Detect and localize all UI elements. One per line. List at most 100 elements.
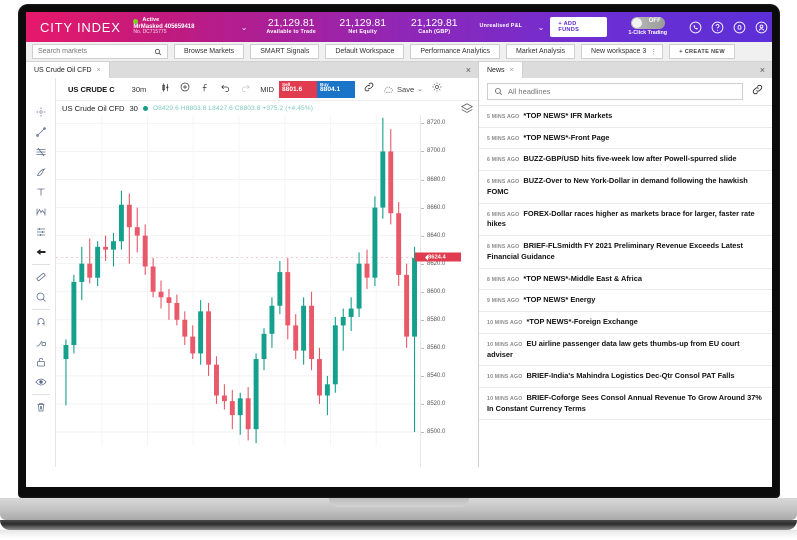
workspace-menu-icon[interactable]: ⋮ <box>650 48 657 56</box>
news-item[interactable]: 8 MINS AGO BRIEF-FLSmidth FY 2021 Prelimi… <box>479 236 772 269</box>
toggle-state-label: OFF <box>648 18 661 25</box>
news-item[interactable]: 5 MINS AGO *TOP NEWS*-Front Page <box>479 128 772 150</box>
candle-type-icon[interactable] <box>155 80 175 98</box>
legend-ohlc-values: O8429.6 H8803.8 L8427.6 C8803.8 +375.2 (… <box>152 104 314 112</box>
search-input[interactable] <box>38 48 154 55</box>
search-markets-field[interactable] <box>32 44 168 59</box>
nav-tab-smart-signals[interactable]: SMART Signals <box>250 44 320 59</box>
nav-tab-browse-markets[interactable]: Browse Markets <box>174 44 245 59</box>
pl-chevron-down-icon[interactable]: ⌄ <box>538 23 545 32</box>
news-item[interactable]: 10 MINS AGO BRIEF-India's Mahindra Logist… <box>479 366 772 389</box>
chart-panel-close-icon[interactable]: × <box>466 65 471 75</box>
news-search-row <box>479 78 772 106</box>
function-icon[interactable] <box>195 80 215 98</box>
price-axis[interactable]: 8720.0 8700.0 8680.0 8660.0 8640.0 8620.0 8600… <box>415 115 478 467</box>
price-tick: 8580.0 <box>420 316 446 323</box>
news-item[interactable]: 6 MINS AGO BUZZ-GBP/USD hits five-week lo… <box>479 149 772 172</box>
news-item[interactable]: 10 MINS AGO *TOP NEWS*-Foreign Exchange <box>479 312 772 334</box>
fib-icon[interactable] <box>26 142 56 162</box>
add-indicator-icon[interactable] <box>175 80 195 98</box>
news-item[interactable]: 9 MINS AGO *TOP NEWS* Energy <box>479 290 772 313</box>
sell-button[interactable]: Sell 8801.6 <box>279 80 318 98</box>
forecast-icon[interactable] <box>26 222 56 242</box>
symbol-button[interactable]: US CRUDE C <box>60 85 123 94</box>
news-panel-close-icon[interactable]: × <box>760 65 765 75</box>
news-timestamp: 5 MINS AGO <box>487 135 520 142</box>
layers-icon[interactable] <box>460 102 474 121</box>
news-search-input[interactable] <box>508 87 736 96</box>
candle-body <box>71 281 77 346</box>
news-headline: BUZZ-Over to New York-Dollar in demand f… <box>487 176 748 196</box>
price-tick: 8640.0 <box>420 232 446 239</box>
news-item[interactable]: 6 MINS AGO FOREX-Dollar races higher as m… <box>479 204 772 237</box>
nav-tab-default-workspace[interactable]: Default Workspace <box>325 44 405 59</box>
crosshair-icon[interactable] <box>26 102 56 122</box>
account-chevron-down-icon[interactable]: ⌄ <box>241 23 248 32</box>
workspace-navbar: Browse Markets SMART Signals Default Wor… <box>26 42 772 62</box>
account-status-label: Active <box>142 17 160 24</box>
magnet-icon[interactable] <box>26 312 56 332</box>
panel-tab-news[interactable]: News × <box>479 62 523 78</box>
settings-gear-icon[interactable] <box>427 80 447 98</box>
trend-line-icon[interactable] <box>26 122 56 142</box>
notifications-icon[interactable] <box>728 21 750 34</box>
news-tab-close-icon[interactable]: × <box>510 67 514 74</box>
status-dot-icon <box>133 19 139 25</box>
create-new-workspace-button[interactable]: + CREATE NEW <box>669 44 735 59</box>
nav-tab-performance-analytics[interactable]: Performance Analytics <box>410 44 501 59</box>
toolbar-divider <box>31 309 50 310</box>
one-click-trading-control[interactable]: OFF 1-Click Trading <box>617 17 679 36</box>
pattern-icon[interactable] <box>26 202 56 222</box>
news-item[interactable]: 10 MINS AGO EU airline passenger data law… <box>479 334 772 367</box>
measure-icon[interactable] <box>26 267 56 287</box>
candle-body <box>293 325 299 351</box>
one-click-toggle[interactable]: OFF <box>630 17 665 30</box>
save-button[interactable]: Save ⌄ <box>379 84 427 95</box>
candle-body <box>348 308 354 317</box>
candlestick-plot[interactable] <box>56 115 420 467</box>
search-icon <box>495 88 503 96</box>
toolbar-divider <box>31 264 50 265</box>
add-funds-button[interactable]: + ADD FUNDS <box>550 17 607 37</box>
save-chevron-down-icon[interactable]: ⌄ <box>417 85 423 93</box>
news-item[interactable]: 5 MINS AGO *TOP NEWS* IFR Markets <box>479 106 772 128</box>
candle-body <box>261 333 267 360</box>
link-icon[interactable] <box>359 80 379 98</box>
arrow-icon[interactable] <box>26 242 56 262</box>
text-icon[interactable] <box>26 182 56 202</box>
lock-icon[interactable] <box>26 352 56 372</box>
news-link-icon[interactable] <box>751 83 764 101</box>
news-timestamp: 8 MINS AGO <box>487 276 520 283</box>
timeframe-button[interactable]: 30m <box>123 85 156 94</box>
undo-icon[interactable] <box>215 80 235 98</box>
help-icon[interactable] <box>706 21 728 34</box>
news-item[interactable]: 8 MINS AGO *TOP NEWS*-Middle East & Afric… <box>479 269 772 291</box>
news-item[interactable]: 10 MINS AGO BRIEF-Coforge Sees Consol Ann… <box>479 388 772 421</box>
candle-body <box>380 151 386 208</box>
brush-icon[interactable] <box>26 162 56 182</box>
price-tick: 8600.0 <box>420 288 446 295</box>
panel-tab-close-icon[interactable]: × <box>97 67 101 74</box>
buy-price: 8804.1 <box>320 86 341 94</box>
buy-button[interactable]: Buy 8804.1 <box>317 80 356 98</box>
news-item[interactable]: 6 MINS AGO BUZZ-Over to New York-Dollar i… <box>479 171 772 204</box>
news-headline: FOREX-Dollar races higher as markets bra… <box>487 208 755 229</box>
figure-available-to-trade: 21,129.81 Available to Trade <box>255 18 327 35</box>
phone-icon[interactable] <box>685 21 707 34</box>
draw-lock-icon[interactable] <box>26 332 56 352</box>
panel-tab-us-crude-oil-cfd[interactable]: US Crude Oil CFD × <box>26 62 110 78</box>
price-tick: 8540.0 <box>420 372 446 379</box>
news-search-field[interactable] <box>487 83 743 100</box>
zoom-icon[interactable] <box>26 287 56 307</box>
candle-body <box>134 227 140 236</box>
nav-tab-new-workspace-3[interactable]: New workspace 3 ⋮ <box>581 44 664 59</box>
eye-icon[interactable] <box>26 372 56 392</box>
nav-tab-market-analysis[interactable]: Market Analysis <box>506 44 576 59</box>
redo-icon[interactable] <box>235 80 255 98</box>
current-price-marker: 8624.4 <box>421 252 461 262</box>
trash-icon[interactable] <box>26 397 56 417</box>
candle-body <box>404 274 410 337</box>
profile-icon[interactable] <box>750 21 772 34</box>
news-headline-list[interactable]: 5 MINS AGO *TOP NEWS* IFR Markets 5 MINS A… <box>479 106 772 467</box>
account-selector[interactable]: Active MrMasked 405659418 No. DC715775 <box>133 17 244 35</box>
